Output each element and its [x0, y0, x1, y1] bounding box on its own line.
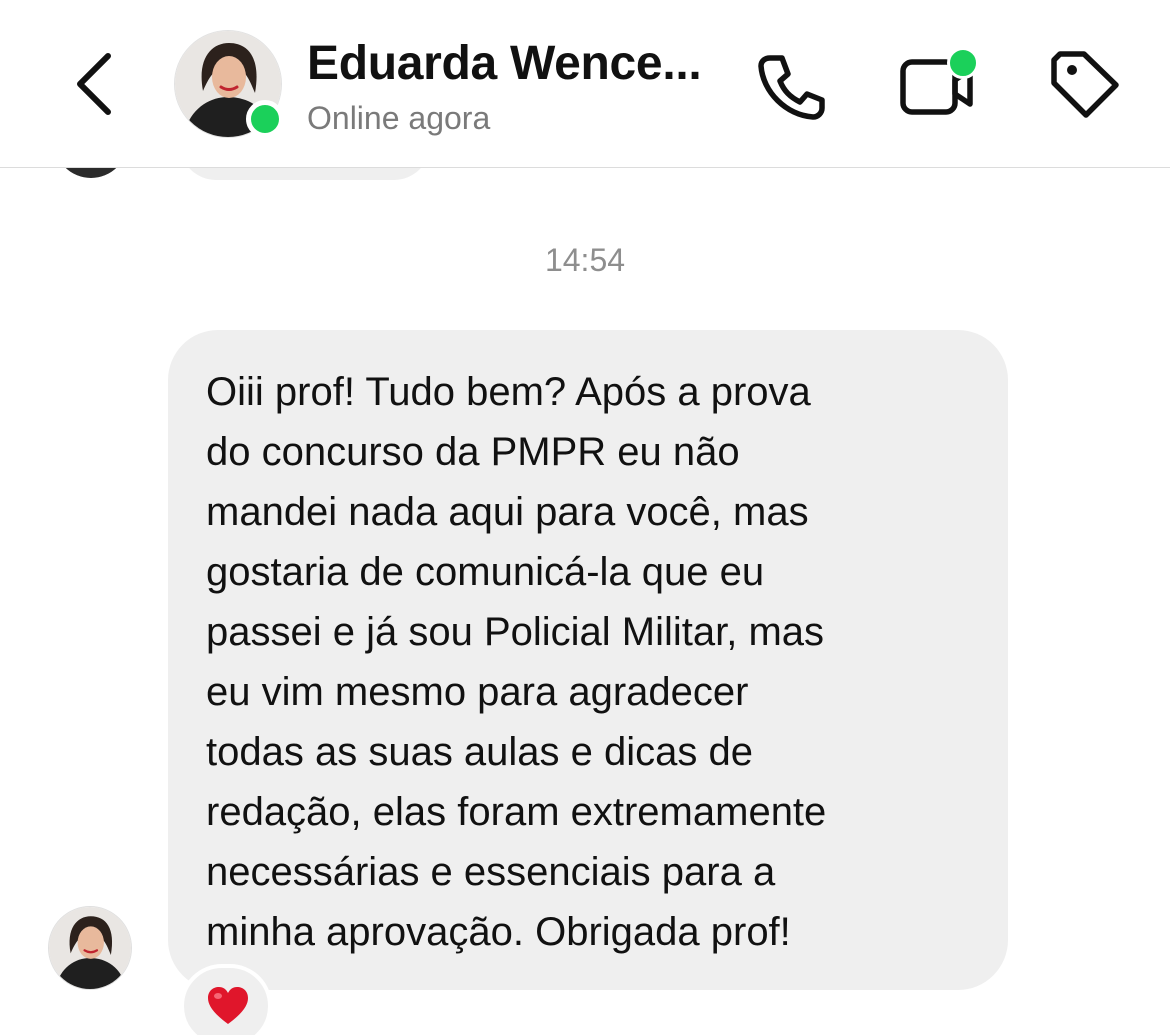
contact-name[interactable]: Eduarda Wence... [307, 36, 702, 91]
message-bubble[interactable]: Oiii prof! Tudo bem? Após a prova do con… [168, 330, 1008, 990]
conversation-header: Eduarda Wence... Online agora [0, 0, 1170, 168]
message-text: Oiii prof! Tudo bem? Após a prova do con… [206, 370, 827, 954]
dm-conversation-screen: Eduarda Wence... Online agora 14:54 Oiii… [0, 0, 1170, 1035]
contact-avatar-button[interactable] [174, 30, 284, 138]
message-reaction[interactable] [180, 964, 272, 1035]
heart-icon [208, 987, 248, 1024]
sender-avatar[interactable] [48, 906, 132, 990]
online-status-dot [246, 100, 284, 138]
phone-icon [758, 55, 825, 120]
message-timestamp: 14:54 [544, 242, 626, 278]
video-active-dot [947, 47, 979, 79]
call-button[interactable] [752, 50, 828, 122]
back-button[interactable] [62, 44, 132, 124]
chevron-left-icon [77, 53, 111, 115]
tag-button[interactable] [1046, 50, 1122, 122]
tag-icon [1051, 51, 1119, 118]
contact-status: Online agora [307, 100, 491, 136]
